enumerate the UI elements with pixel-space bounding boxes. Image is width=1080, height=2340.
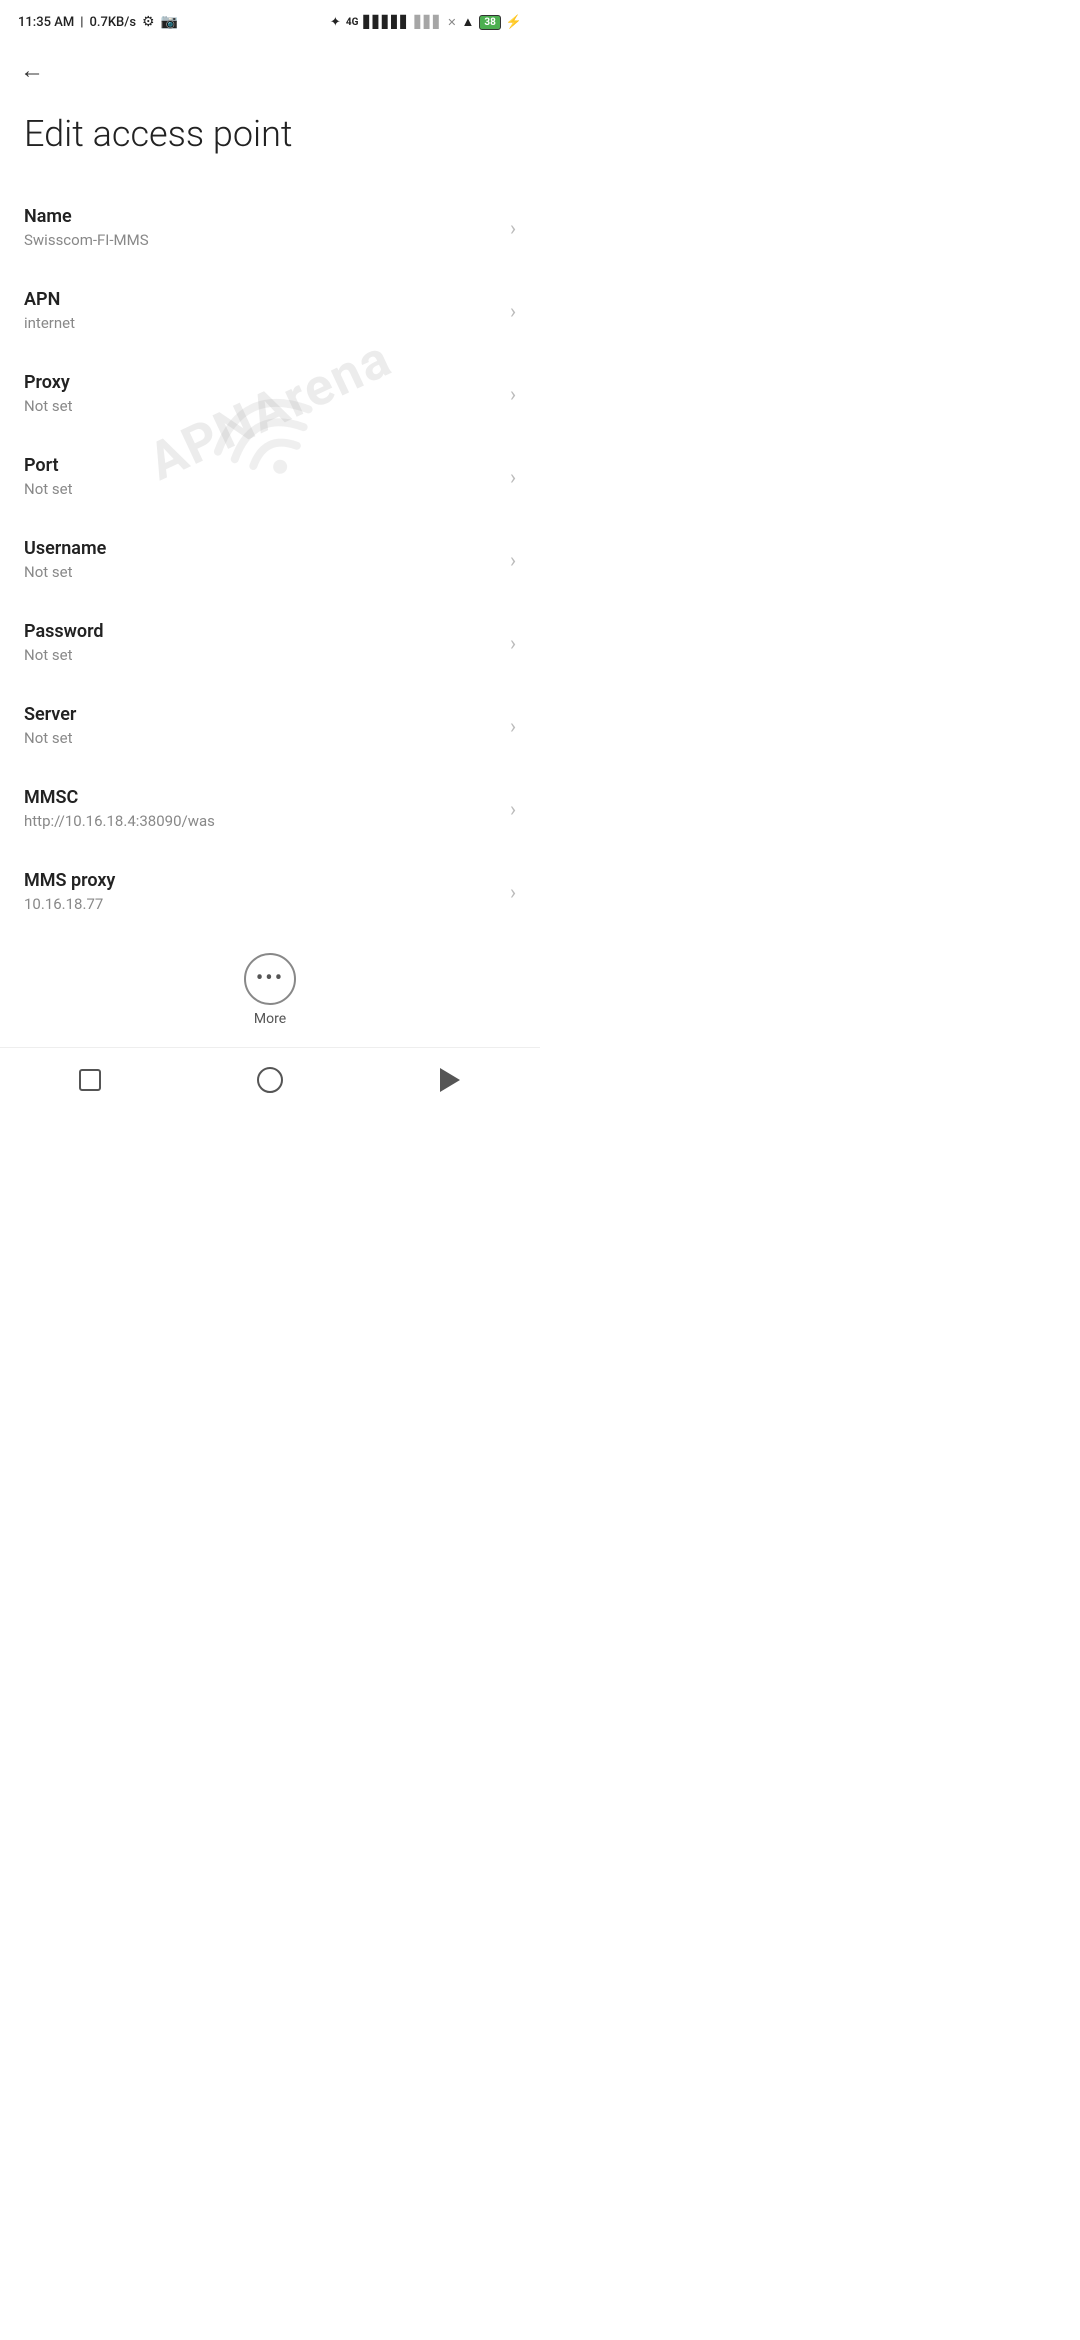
chevron-right-icon: › <box>510 465 516 489</box>
chevron-right-icon: › <box>510 797 516 821</box>
signal-bars2-icon: ▋▋▋ <box>415 15 443 29</box>
settings-item-value: Not set <box>24 480 500 498</box>
chevron-right-icon: › <box>510 631 516 655</box>
settings-item-value: Not set <box>24 397 500 415</box>
settings-item-apn[interactable]: APN internet › <box>0 269 540 352</box>
settings-item-label: Name <box>24 206 500 227</box>
settings-item-port[interactable]: Port Not set › <box>0 435 540 518</box>
battery-icon: 38 <box>479 15 500 30</box>
settings-item-value: 10.16.18.77 <box>24 895 500 913</box>
settings-item-value: Not set <box>24 646 500 664</box>
settings-item-label: Username <box>24 538 500 559</box>
settings-item-label: Password <box>24 621 500 642</box>
network-speed: 0.7KB/s <box>89 15 136 30</box>
settings-item-proxy[interactable]: Proxy Not set › <box>0 352 540 435</box>
nav-back-button[interactable] <box>432 1062 468 1098</box>
bluetooth-icon: ✦ <box>330 15 341 30</box>
more-button[interactable]: ••• <box>244 953 296 1005</box>
nav-square-button[interactable] <box>72 1062 108 1098</box>
settings-list: Name Swisscom-FI-MMS › APN internet › Pr… <box>0 186 540 933</box>
top-nav: ← <box>0 40 540 93</box>
chevron-right-icon: › <box>510 299 516 323</box>
settings-item-value: Swisscom-FI-MMS <box>24 231 500 249</box>
settings-item-content: Port Not set <box>24 455 500 498</box>
chevron-right-icon: › <box>510 382 516 406</box>
settings-item-username[interactable]: Username Not set › <box>0 518 540 601</box>
bottom-nav <box>0 1047 540 1116</box>
settings-item-value: internet <box>24 314 500 332</box>
nav-home-button[interactable] <box>252 1062 288 1098</box>
settings-item-name[interactable]: Name Swisscom-FI-MMS › <box>0 186 540 269</box>
video-icon: 📷 <box>161 14 178 30</box>
settings-item-label: Port <box>24 455 500 476</box>
settings-item-label: MMS proxy <box>24 870 500 891</box>
settings-item-mms-proxy[interactable]: MMS proxy 10.16.18.77 › <box>0 850 540 933</box>
signal-4g-icon: 4G <box>346 17 359 28</box>
settings-item-content: APN internet <box>24 289 500 332</box>
settings-item-content: Password Not set <box>24 621 500 664</box>
bolt-icon: ⚡ <box>506 15 522 30</box>
triangle-icon <box>440 1068 460 1092</box>
wifi-icon: ▲ <box>461 14 474 30</box>
settings-item-content: Server Not set <box>24 704 500 747</box>
circle-icon <box>257 1067 283 1093</box>
status-left: 11:35 AM | 0.7KB/s ⚙ 📷 <box>18 14 178 30</box>
more-section: ••• More <box>0 933 540 1037</box>
settings-item-label: APN <box>24 289 500 310</box>
x-signal-icon: ✕ <box>447 16 456 29</box>
time-label: 11:35 AM <box>18 15 74 30</box>
speed-label: | <box>80 15 83 30</box>
settings-item-password[interactable]: Password Not set › <box>0 601 540 684</box>
status-bar: 11:35 AM | 0.7KB/s ⚙ 📷 ✦ 4G ▋▋▋▋▋ ▋▋▋ ✕ … <box>0 0 540 40</box>
settings-item-content: Username Not set <box>24 538 500 581</box>
settings-item-content: MMSC http://10.16.18.4:38090/was <box>24 787 500 830</box>
chevron-right-icon: › <box>510 714 516 738</box>
settings-item-content: Name Swisscom-FI-MMS <box>24 206 500 249</box>
settings-item-label: MMSC <box>24 787 500 808</box>
page-title: Edit access point <box>0 93 540 186</box>
settings-item-value: Not set <box>24 563 500 581</box>
settings-item-label: Server <box>24 704 500 725</box>
settings-item-value: http://10.16.18.4:38090/was <box>24 812 500 830</box>
back-button[interactable]: ← <box>20 56 44 85</box>
settings-icon: ⚙ <box>142 14 155 30</box>
chevron-right-icon: › <box>510 880 516 904</box>
signal-bars-icon: ▋▋▋▋▋ <box>363 15 409 29</box>
more-label: More <box>254 1011 286 1027</box>
settings-item-label: Proxy <box>24 372 500 393</box>
more-dots-icon: ••• <box>256 968 284 990</box>
settings-item-content: MMS proxy 10.16.18.77 <box>24 870 500 913</box>
settings-item-server[interactable]: Server Not set › <box>0 684 540 767</box>
settings-item-content: Proxy Not set <box>24 372 500 415</box>
chevron-right-icon: › <box>510 216 516 240</box>
settings-item-mmsc[interactable]: MMSC http://10.16.18.4:38090/was › <box>0 767 540 850</box>
status-right: ✦ 4G ▋▋▋▋▋ ▋▋▋ ✕ ▲ 38 ⚡ <box>330 14 522 30</box>
square-icon <box>79 1069 101 1091</box>
settings-item-value: Not set <box>24 729 500 747</box>
chevron-right-icon: › <box>510 548 516 572</box>
